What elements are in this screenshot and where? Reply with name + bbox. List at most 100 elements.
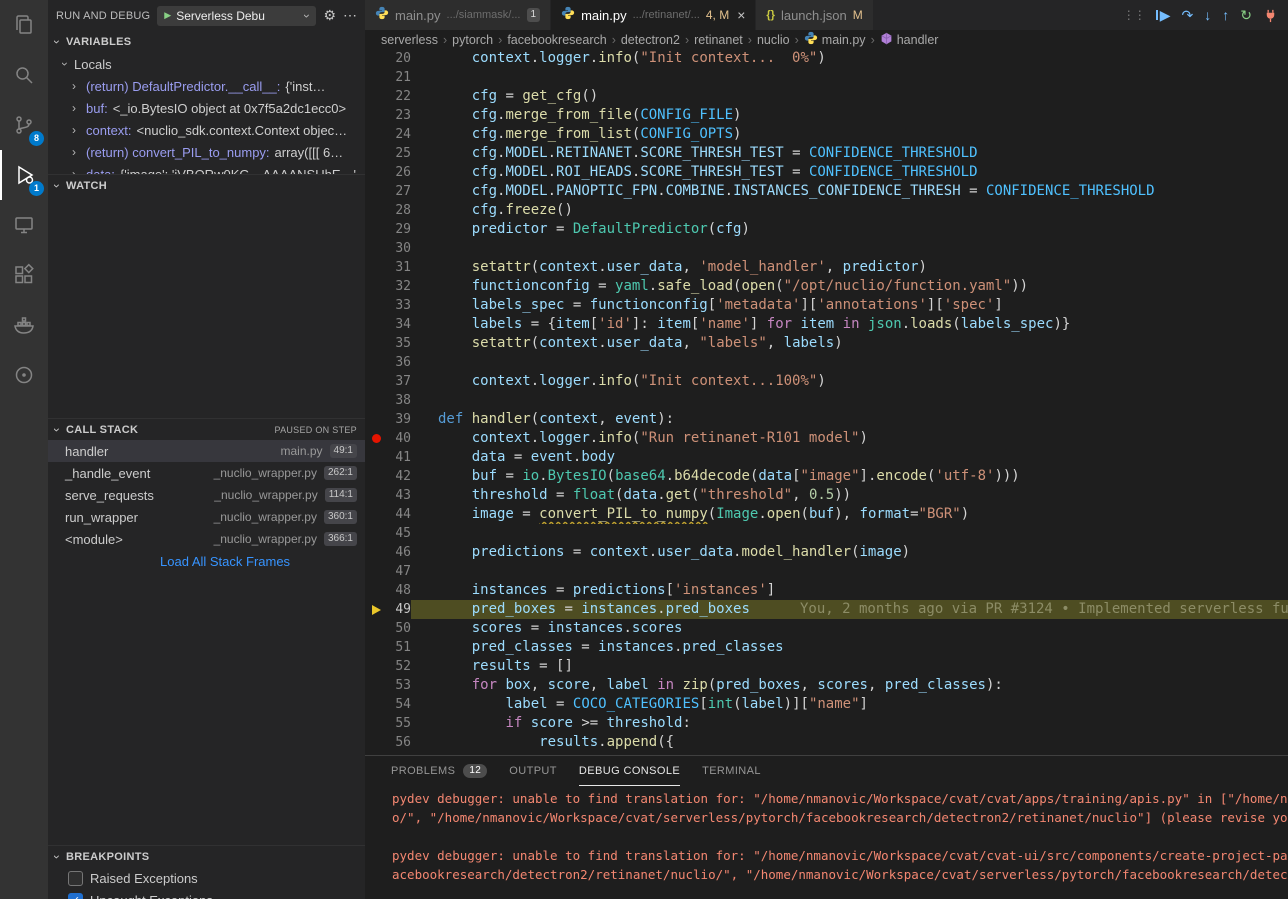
glyph-margin[interactable]	[365, 467, 387, 486]
panel-tab-problems[interactable]: PROBLEMS12	[391, 756, 487, 786]
code-line[interactable]: 47	[365, 562, 1288, 581]
glyph-margin[interactable]	[365, 277, 387, 296]
disconnect-button[interactable]	[1263, 8, 1278, 23]
glyph-margin[interactable]	[365, 714, 387, 733]
code-line[interactable]: 32 functionconfig = yaml.safe_load(open(…	[365, 277, 1288, 296]
breadcrumb-file[interactable]: main.py	[804, 31, 866, 48]
glyph-margin[interactable]	[365, 410, 387, 429]
line-number[interactable]: 36	[387, 353, 411, 372]
glyph-margin[interactable]	[365, 619, 387, 638]
step-into-button[interactable]: ↓	[1204, 7, 1211, 23]
line-number[interactable]: 48	[387, 581, 411, 600]
watch-section-header[interactable]: › WATCH	[48, 174, 365, 196]
line-number[interactable]: 28	[387, 201, 411, 220]
code-line[interactable]: 54 label = COCO_CATEGORIES[int(label)]["…	[365, 695, 1288, 714]
breadcrumb-item[interactable]: nuclio	[757, 33, 790, 47]
code-line[interactable]: 50 scores = instances.scores	[365, 619, 1288, 638]
glyph-margin[interactable]	[365, 334, 387, 353]
variable-item[interactable]: ›(return) convert_PIL_to_numpy:array([[[…	[48, 141, 365, 163]
glyph-margin[interactable]	[365, 524, 387, 543]
editor-tab[interactable]: {}launch.jsonM	[756, 0, 873, 30]
glyph-margin[interactable]	[365, 486, 387, 505]
editor-tab[interactable]: main.py.../siammask/...1	[365, 0, 551, 30]
glyph-margin[interactable]	[365, 353, 387, 372]
glyph-margin[interactable]	[365, 505, 387, 524]
code-line[interactable]: 52 results = []	[365, 657, 1288, 676]
code-line[interactable]: 56 results.append({	[365, 733, 1288, 752]
line-number[interactable]: 45	[387, 524, 411, 543]
code-line[interactable]: 30	[365, 239, 1288, 258]
code-line[interactable]: 37 context.logger.info("Init context...1…	[365, 372, 1288, 391]
line-number[interactable]: 27	[387, 182, 411, 201]
breakpoint-item[interactable]: Raised Exceptions	[48, 867, 365, 889]
activity-remote-explorer[interactable]	[0, 200, 48, 250]
stack-frame[interactable]: _handle_event_nuclio_wrapper.py262:1	[48, 462, 365, 484]
code-line[interactable]: 53 for box, score, label in zip(pred_box…	[365, 676, 1288, 695]
glyph-margin[interactable]	[365, 87, 387, 106]
code-line[interactable]: 25 cfg.MODEL.RETINANET.SCORE_THRESH_TEST…	[365, 144, 1288, 163]
restart-button[interactable]: ↻	[1240, 7, 1252, 24]
glyph-margin[interactable]	[365, 163, 387, 182]
variable-item[interactable]: ›buf:<_io.BytesIO object at 0x7f5a2dc1ec…	[48, 97, 365, 119]
line-number[interactable]: 24	[387, 125, 411, 144]
breakpoints-section-header[interactable]: › BREAKPOINTS	[48, 845, 365, 867]
code-line[interactable]: 42 buf = io.BytesIO(base64.b64decode(dat…	[365, 467, 1288, 486]
line-number[interactable]: 31	[387, 258, 411, 277]
load-all-stack-frames-link[interactable]: Load All Stack Frames	[48, 550, 365, 572]
chevron-collapsed-icon[interactable]: ›	[72, 167, 86, 174]
variable-item[interactable]: ›(return) DefaultPredictor.__call__:{'in…	[48, 75, 365, 97]
glyph-margin[interactable]	[365, 676, 387, 695]
glyph-margin[interactable]	[365, 562, 387, 581]
line-number[interactable]: 23	[387, 106, 411, 125]
line-number[interactable]: 54	[387, 695, 411, 714]
code-line[interactable]: 20 context.logger.info("Init context... …	[365, 49, 1288, 68]
code-line[interactable]: 33 labels_spec = functionconfig['metadat…	[365, 296, 1288, 315]
glyph-margin[interactable]	[365, 49, 387, 68]
glyph-margin[interactable]	[365, 125, 387, 144]
code-line[interactable]: 24 cfg.merge_from_list(CONFIG_OPTS)	[365, 125, 1288, 144]
code-line[interactable]: 41 data = event.body	[365, 448, 1288, 467]
code-line[interactable]: 21	[365, 68, 1288, 87]
breakpoint-icon[interactable]	[372, 434, 381, 443]
code-line[interactable]: 26 cfg.MODEL.ROI_HEADS.SCORE_THRESH_TEST…	[365, 163, 1288, 182]
chevron-collapsed-icon[interactable]: ›	[72, 79, 86, 93]
code-editor[interactable]: 20 context.logger.info("Init context... …	[365, 49, 1288, 755]
code-line[interactable]: 48 instances = predictions['instances']	[365, 581, 1288, 600]
line-number[interactable]: 38	[387, 391, 411, 410]
code-line[interactable]: 39def handler(context, event):	[365, 410, 1288, 429]
glyph-margin[interactable]	[365, 543, 387, 562]
line-number[interactable]: 26	[387, 163, 411, 182]
line-number[interactable]: 49	[387, 600, 411, 619]
checkbox[interactable]	[68, 871, 83, 886]
line-number[interactable]: 42	[387, 467, 411, 486]
code-line[interactable]: 44 image = convert_PIL_to_numpy(Image.op…	[365, 505, 1288, 524]
code-line[interactable]: 23 cfg.merge_from_file(CONFIG_FILE)	[365, 106, 1288, 125]
stack-frame[interactable]: run_wrapper_nuclio_wrapper.py360:1	[48, 506, 365, 528]
code-line[interactable]: 43 threshold = float(data.get("threshold…	[365, 486, 1288, 505]
code-line[interactable]: 55 if score >= threshold:	[365, 714, 1288, 733]
close-icon[interactable]: ×	[737, 7, 745, 23]
breadcrumb-item[interactable]: retinanet	[694, 33, 743, 47]
drag-grip-icon[interactable]: ⋮⋮	[1123, 8, 1145, 22]
line-number[interactable]: 56	[387, 733, 411, 752]
line-number[interactable]: 44	[387, 505, 411, 524]
activity-source-control[interactable]: 8	[0, 100, 48, 150]
debug-config-picker[interactable]: ▶ Serverless Debu ›	[157, 6, 316, 26]
variable-item[interactable]: ›context:<nuclio_sdk.context.Context obj…	[48, 119, 365, 141]
breadcrumb-item[interactable]: pytorch	[452, 33, 493, 47]
line-number[interactable]: 25	[387, 144, 411, 163]
line-number[interactable]: 51	[387, 638, 411, 657]
debug-console-output[interactable]: pydev debugger: unable to find translati…	[365, 786, 1288, 899]
breadcrumb-item[interactable]: serverless	[381, 33, 438, 47]
chevron-collapsed-icon[interactable]: ›	[72, 101, 86, 115]
continue-button[interactable]: ▶	[1156, 7, 1171, 24]
activity-run-and-debug[interactable]: 1	[0, 150, 48, 200]
step-over-button[interactable]: ↷	[1182, 7, 1194, 24]
glyph-margin[interactable]	[365, 657, 387, 676]
line-number[interactable]: 34	[387, 315, 411, 334]
checkbox[interactable]: ✓	[68, 893, 83, 899]
line-number[interactable]: 50	[387, 619, 411, 638]
breadcrumb-symbol[interactable]: handler	[880, 32, 939, 48]
chevron-collapsed-icon[interactable]: ›	[72, 145, 86, 159]
line-number[interactable]: 41	[387, 448, 411, 467]
